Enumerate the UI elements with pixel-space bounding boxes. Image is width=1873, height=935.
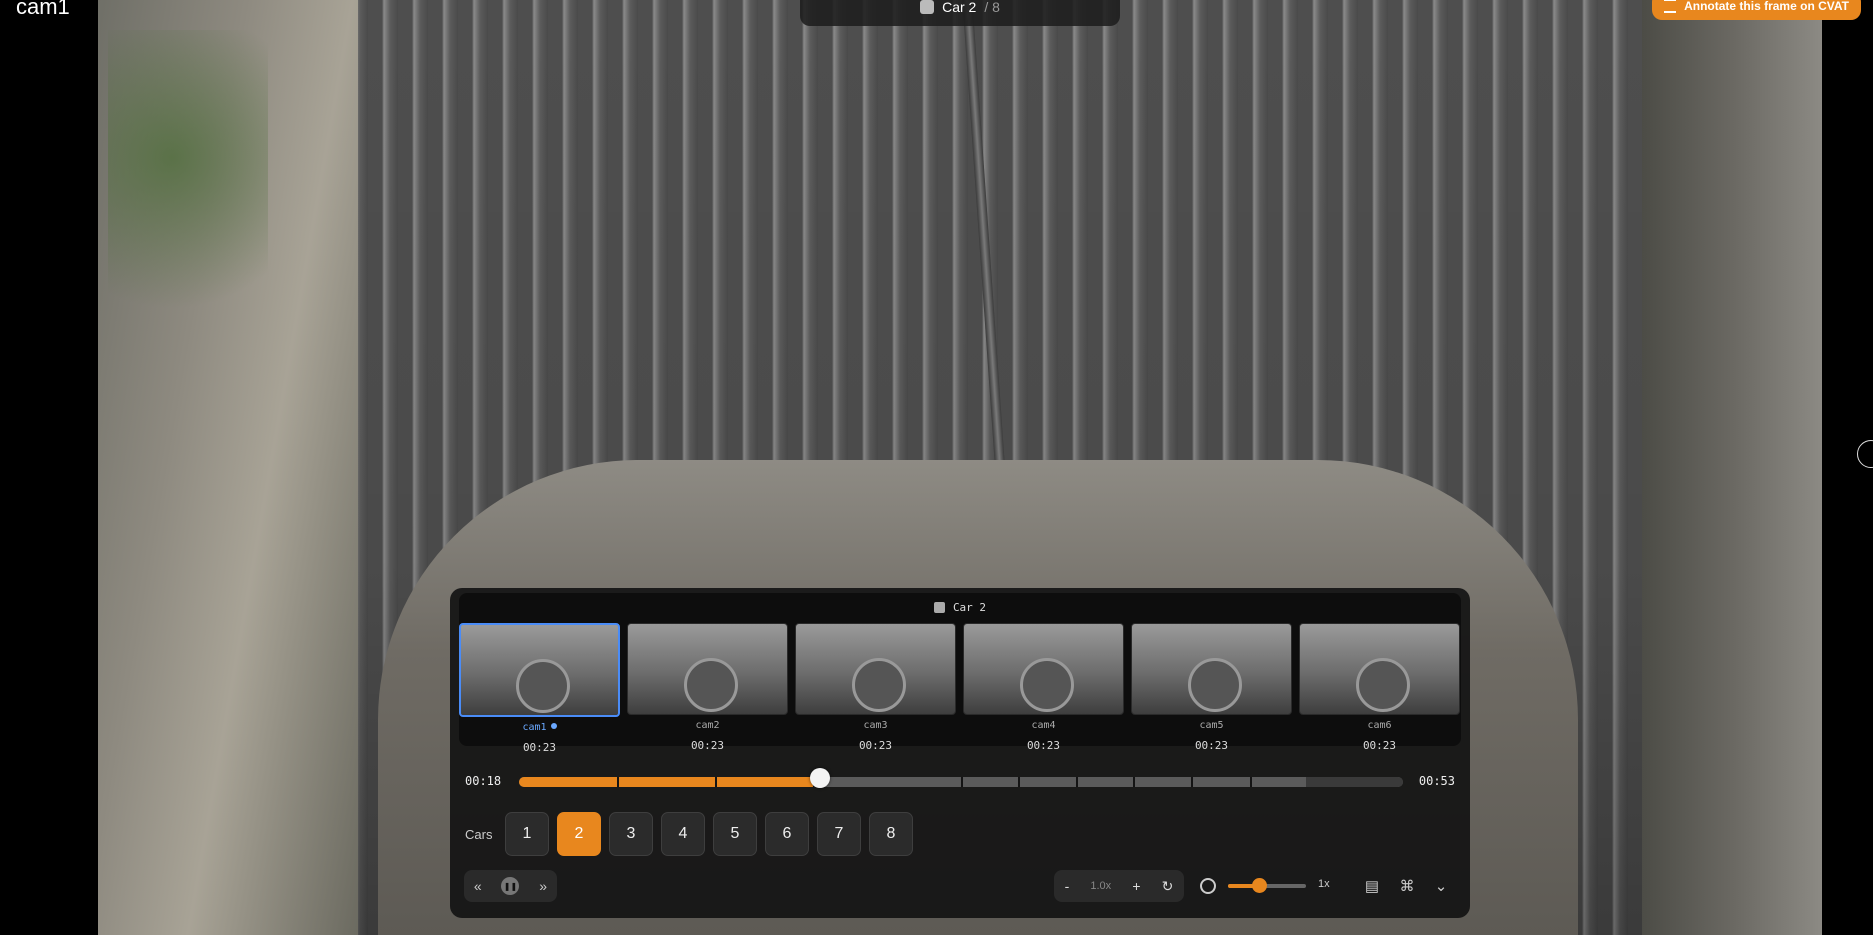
thumbnail-camera-name: cam6 xyxy=(1367,720,1392,731)
thumbnail-image xyxy=(1131,623,1292,715)
car-button[interactable]: 7 xyxy=(817,812,861,856)
thumbnail-camera-name: cam2 xyxy=(695,720,720,731)
thumbnail-image xyxy=(459,623,620,717)
train-icon xyxy=(920,0,935,14)
thumbnail-time: 00:23 xyxy=(1194,739,1229,752)
zoom-in-button[interactable]: + xyxy=(1132,878,1140,894)
thumbnails-car-label: Car 2 xyxy=(952,600,987,614)
seek-handle[interactable] xyxy=(809,768,830,788)
playback-controls: « ❚❚ » xyxy=(464,870,557,902)
thumbnail-camera-name: cam4 xyxy=(1031,720,1056,731)
thumbnail-camera-name: cam1 xyxy=(459,722,620,736)
seek-bar[interactable] xyxy=(519,777,1403,787)
platform-wall xyxy=(98,0,358,935)
camera-thumbnail[interactable]: cam2 00:23 xyxy=(627,623,788,754)
gallery-icon[interactable]: ▤ xyxy=(1362,876,1382,896)
next-icon[interactable]: » xyxy=(539,878,547,894)
car-button[interactable]: 4 xyxy=(661,812,705,856)
player-panel: Car 2 cam1 00:23 cam2 00:23 cam3 00:23 cam4 00:… xyxy=(450,588,1470,918)
annotate-cvat-label: Annotate this frame on CVAT xyxy=(1684,0,1849,13)
timeline: 00:18 00:53 xyxy=(465,768,1455,790)
zoom-out-button[interactable]: - xyxy=(1065,878,1070,894)
speed-slider[interactable] xyxy=(1228,878,1306,893)
camera-thumbnail[interactable]: cam4 00:23 xyxy=(963,623,1124,754)
pause-button[interactable]: ❚❚ xyxy=(501,877,520,895)
car-button[interactable]: 5 xyxy=(713,812,757,856)
segment-divider xyxy=(1017,777,1020,787)
thumbnail-time: 00:23 xyxy=(690,739,725,752)
list-edit-icon xyxy=(1664,0,1677,13)
segment-divider xyxy=(1190,777,1193,787)
end-time: 00:53 xyxy=(1418,774,1455,788)
unbuffered-region xyxy=(1305,777,1403,787)
thumbnails-header: Car 2 xyxy=(459,593,1461,621)
segment-divider xyxy=(1075,777,1078,787)
reset-zoom-icon[interactable]: ↻ xyxy=(1162,878,1174,895)
segment-divider xyxy=(617,777,620,787)
chevron-down-icon[interactable]: ⌄ xyxy=(1431,876,1451,896)
current-time: 00:18 xyxy=(465,774,502,788)
thumbnail-time: 00:23 xyxy=(858,739,893,752)
thumbnail-image xyxy=(795,623,956,715)
shortcuts-icon[interactable]: ⌘ xyxy=(1397,876,1417,896)
car-button[interactable]: 3 xyxy=(609,812,653,856)
cars-label: Cars xyxy=(465,826,493,842)
thumbnail-camera-name: cam5 xyxy=(1199,720,1224,731)
thumbnail-camera-name: cam3 xyxy=(863,720,888,731)
car-button[interactable]: 8 xyxy=(869,812,913,856)
speed-value: 1x xyxy=(1318,878,1330,890)
thumbnail-image xyxy=(627,623,788,715)
thumbnail-time: 00:23 xyxy=(1362,739,1397,752)
previous-icon[interactable]: « xyxy=(474,878,482,894)
segment-divider xyxy=(1250,777,1253,787)
thumbnail-image xyxy=(963,623,1124,715)
track-bed xyxy=(1642,0,1822,935)
thumbnail-time: 00:23 xyxy=(522,741,557,754)
segment-divider xyxy=(715,777,718,787)
car-button[interactable]: 2 xyxy=(557,812,601,856)
active-dot-icon xyxy=(550,723,557,729)
side-toggle-button[interactable] xyxy=(1857,440,1873,468)
train-icon xyxy=(933,601,945,613)
segment-divider xyxy=(1133,777,1136,787)
thumbnail-image xyxy=(1299,623,1460,715)
camera-thumbnails: Car 2 cam1 00:23 cam2 00:23 cam3 00:23 cam4 00:… xyxy=(459,593,1461,754)
zoom-controls: - 1.0x + ↻ xyxy=(1054,870,1184,902)
camera-thumbnail[interactable]: cam5 00:23 xyxy=(1131,623,1292,754)
car-button[interactable]: 6 xyxy=(765,812,809,856)
camera-thumbnail[interactable]: cam3 00:23 xyxy=(795,623,956,754)
car-selector: Cars 12345678 xyxy=(465,812,921,856)
segment-divider xyxy=(961,777,963,787)
speedometer-icon xyxy=(1200,878,1216,894)
camera-thumbnail[interactable]: cam6 00:23 xyxy=(1299,623,1460,754)
zoom-level: 1.0x xyxy=(1090,880,1112,892)
camera-title: cam1 xyxy=(16,0,70,19)
car-indicator: Car 2 / 8 xyxy=(800,0,1120,26)
car-button[interactable]: 1 xyxy=(505,812,549,856)
car-indicator-total: / 8 xyxy=(984,0,1000,15)
car-indicator-label: Car 2 xyxy=(942,0,977,15)
speed-slider-handle[interactable] xyxy=(1252,878,1268,893)
thumbnail-time: 00:23 xyxy=(1026,739,1061,752)
annotate-cvat-button[interactable]: Annotate this frame on CVAT xyxy=(1652,0,1861,20)
camera-thumbnail[interactable]: cam1 00:23 xyxy=(459,623,620,754)
